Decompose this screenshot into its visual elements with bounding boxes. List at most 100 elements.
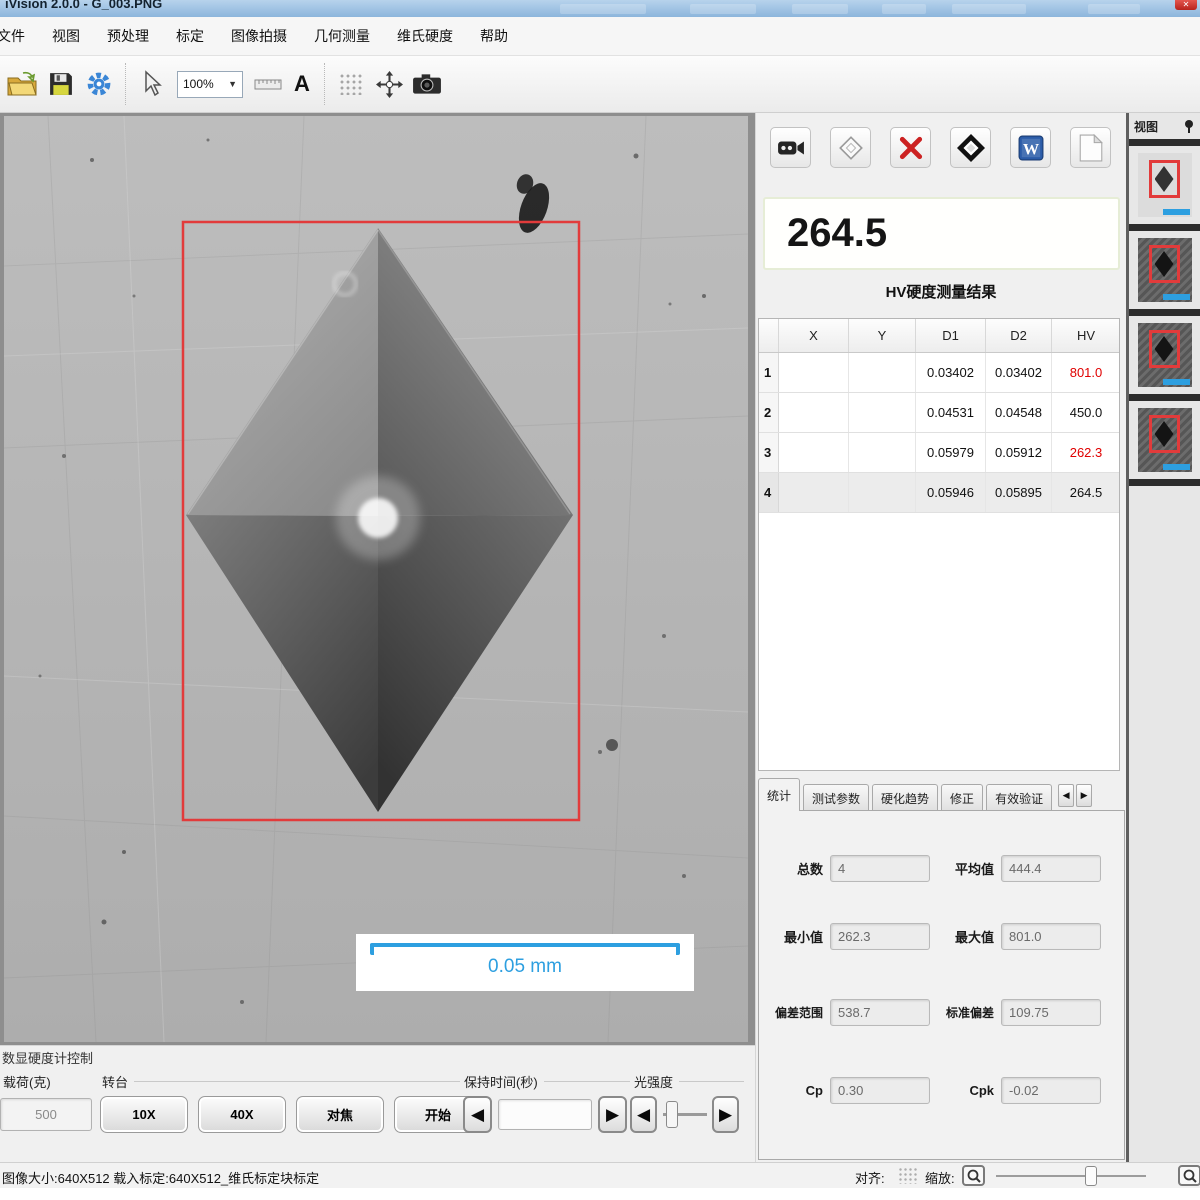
row-number: 2	[759, 393, 779, 432]
table-cell	[779, 393, 849, 432]
thumbnail-panel-title: 视图	[1134, 118, 1158, 135]
column-header: Y	[849, 319, 916, 352]
load-field[interactable]: 500	[0, 1098, 92, 1131]
thumbnail[interactable]	[1129, 146, 1200, 224]
hold-time-field[interactable]	[498, 1099, 592, 1130]
menu-item[interactable]: 文件	[0, 26, 25, 46]
micrograph-image[interactable]	[4, 116, 748, 1042]
thumbnail-scalebar	[1163, 464, 1190, 470]
pin-icon[interactable]	[1183, 119, 1195, 133]
total-field[interactable]: 4	[830, 855, 930, 882]
tab-scroll-right-icon[interactable]: ▶	[1076, 784, 1092, 807]
group-rule	[679, 1081, 744, 1082]
camera-capture-icon[interactable]	[408, 63, 446, 105]
scale-bar: 0.05 mm	[356, 934, 694, 991]
thumbnail[interactable]	[1129, 401, 1200, 479]
text-tool-button[interactable]: A	[287, 63, 317, 105]
zoom-out-icon[interactable]	[962, 1165, 985, 1186]
max-field[interactable]: 801.0	[1001, 923, 1101, 950]
menu-item[interactable]: 标定	[176, 26, 204, 46]
table-row[interactable]: 30.059790.05912262.3	[759, 433, 1119, 473]
cpk-label: Cpk	[939, 1083, 994, 1098]
thumbnail[interactable]	[1129, 316, 1200, 394]
menu-item[interactable]: 预处理	[107, 26, 149, 46]
table-row[interactable]: 20.045310.04548450.0	[759, 393, 1119, 433]
indent-mark-icon[interactable]	[950, 127, 991, 168]
table-cell: 0.03402	[986, 353, 1052, 392]
hold-time-label: 保持时间(秒)	[464, 1072, 538, 1091]
image-info-text: 图像大小:640X512 载入标定:640X512_维氏标定块标定	[2, 1168, 319, 1187]
slider-thumb[interactable]	[666, 1101, 678, 1128]
range-field[interactable]: 538.7	[830, 999, 930, 1026]
zoom-slider[interactable]	[996, 1175, 1146, 1177]
grid-toggle-icon[interactable]	[332, 63, 370, 105]
menu-item[interactable]: 维氏硬度	[397, 26, 453, 46]
menu-item[interactable]: 几何测量	[314, 26, 370, 46]
row-number: 4	[759, 473, 779, 512]
column-header: D2	[986, 319, 1052, 352]
export-word-icon[interactable]: W	[1010, 127, 1051, 168]
menu-item[interactable]: 帮助	[480, 26, 508, 46]
table-cell: 0.04531	[916, 393, 986, 432]
results-tab[interactable]: 硬化趋势	[872, 784, 938, 811]
toolbar-separator	[324, 63, 325, 105]
std-field[interactable]: 109.75	[1001, 999, 1101, 1026]
results-tab[interactable]: 测试参数	[803, 784, 869, 811]
turntable-button[interactable]: 对焦	[296, 1096, 384, 1133]
turntable-button[interactable]: 40X	[198, 1096, 286, 1133]
table-row[interactable]: 40.059460.05895264.5	[759, 473, 1119, 513]
cp-label: Cp	[765, 1083, 823, 1098]
tab-scroll-left-icon[interactable]: ◀	[1058, 784, 1074, 807]
video-capture-icon[interactable]	[770, 127, 811, 168]
cp-field[interactable]: 0.30	[830, 1077, 930, 1104]
max-label: 最大值	[939, 927, 994, 946]
menu-item[interactable]: 图像拍摄	[231, 26, 287, 46]
zoom-in-icon[interactable]	[1178, 1165, 1200, 1186]
close-button[interactable]: ✕	[1175, 0, 1197, 10]
title-bar[interactable]: iVision 2.0.0 - G_003.PNG ✕	[0, 0, 1200, 17]
hold-time-increase-icon[interactable]: ▶	[598, 1096, 627, 1133]
thumbnail[interactable]	[1129, 231, 1200, 309]
ribbon-ghost	[882, 4, 926, 14]
column-header: D1	[916, 319, 986, 352]
settings-gear-icon[interactable]	[80, 63, 118, 105]
turntable-button[interactable]: 10X	[100, 1096, 188, 1133]
delete-result-icon[interactable]	[890, 127, 931, 168]
light-decrease-icon[interactable]: ◀	[630, 1096, 657, 1133]
thumbnail-roi-box	[1149, 330, 1180, 368]
align-grid-icon[interactable]	[898, 1167, 918, 1184]
diamond-measure-icon[interactable]	[830, 127, 871, 168]
menu-bar: 文件 视图 预处理 标定 图像拍摄 几何测量 维氏硬度 帮助	[0, 17, 1200, 56]
thumbnail-panel-header: 视图	[1129, 113, 1200, 139]
table-row[interactable]: 10.034020.03402801.0	[759, 353, 1119, 393]
light-increase-icon[interactable]: ▶	[712, 1096, 739, 1133]
zoom-slider-thumb[interactable]	[1085, 1166, 1097, 1186]
ribbon-ghost	[1088, 4, 1140, 14]
light-intensity-slider[interactable]	[661, 1096, 709, 1133]
thumbnail-panel: 视图	[1126, 113, 1200, 1162]
mean-field[interactable]: 444.4	[1001, 855, 1101, 882]
turntable-label: 转台	[102, 1072, 128, 1091]
image-viewer: 0.05 mm	[0, 113, 755, 1045]
menu-item[interactable]: 视图	[52, 26, 80, 46]
indentation-mark	[1155, 336, 1174, 362]
hold-time-decrease-icon[interactable]: ◀	[463, 1096, 492, 1133]
zoom-percent-dropdown[interactable]: 100% ▼	[177, 71, 243, 98]
thumbnail-scalebar	[1163, 294, 1190, 300]
results-tab[interactable]: 有效验证	[986, 784, 1052, 811]
calibration-ruler-icon[interactable]	[249, 63, 287, 105]
cursor-icon[interactable]	[133, 63, 171, 105]
results-tab[interactable]: 修正	[941, 784, 983, 811]
scale-bar-label: 0.05 mm	[356, 956, 694, 978]
table-cell: 801.0	[1052, 353, 1120, 392]
results-tab[interactable]: 统计	[758, 778, 800, 811]
row-number: 3	[759, 433, 779, 472]
crosshair-center-icon[interactable]	[370, 63, 408, 105]
open-folder-icon[interactable]	[4, 63, 42, 105]
ribbon-ghost	[952, 4, 1026, 14]
cpk-field[interactable]: -0.02	[1001, 1077, 1101, 1104]
save-icon[interactable]	[42, 63, 80, 105]
load-label: 载荷(克)	[3, 1072, 51, 1091]
min-field[interactable]: 262.3	[830, 923, 930, 950]
new-report-icon[interactable]	[1070, 127, 1111, 168]
